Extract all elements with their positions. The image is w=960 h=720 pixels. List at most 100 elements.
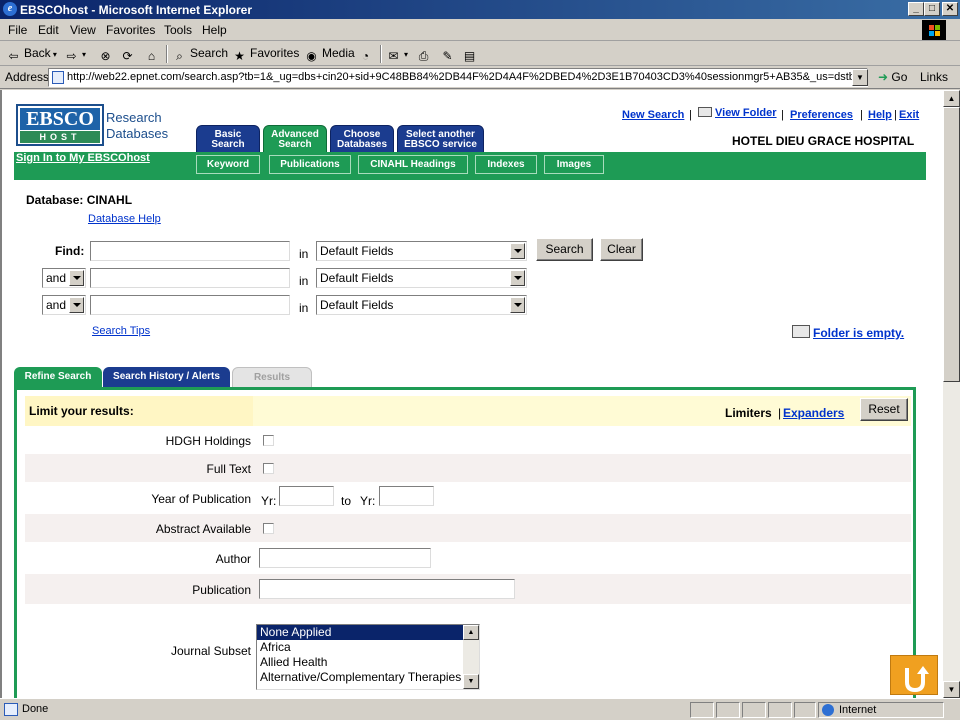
yr-label: Yr: [261, 494, 277, 508]
favorites-button[interactable]: ★ Favorites [232, 46, 299, 64]
operator-select-2[interactable]: and [42, 268, 86, 288]
chevron-down-icon [510, 270, 525, 286]
list-item[interactable]: None Applied [257, 625, 479, 640]
help-link[interactable]: Help [868, 109, 892, 121]
edit-button[interactable]: ✎ [440, 46, 458, 64]
row-full-text: Full Text [25, 454, 911, 482]
home-button[interactable]: ⌂ [144, 46, 162, 64]
discuss-button[interactable]: ▤ [462, 46, 480, 64]
list-item[interactable]: Alternative/Complementary Therapies [257, 670, 479, 685]
field-select-2[interactable]: Default Fields [316, 268, 527, 288]
links-button[interactable]: Links [920, 70, 948, 84]
list-item[interactable]: Africa [257, 640, 479, 655]
sign-in-link[interactable]: Sign In to My EBSCOhost [16, 152, 150, 164]
field-select-value: Default Fields [320, 271, 394, 285]
list-scrollbar[interactable]: ▲ ▼ [463, 625, 479, 689]
subtab-cinahl-headings[interactable]: CINAHL Headings [358, 155, 468, 174]
go-button[interactable]: ➜ Go [878, 70, 907, 84]
tab-label-line2: Databases [336, 139, 388, 150]
field-select-3[interactable]: Default Fields [316, 295, 527, 315]
subtab-publications[interactable]: Publications [269, 155, 351, 174]
media-button[interactable]: ◉ Media [304, 46, 354, 64]
tab-select-service[interactable]: Select another EBSCO service [397, 125, 484, 153]
database-help-link[interactable]: Database Help [88, 213, 161, 225]
maximize-button[interactable]: □ [924, 2, 940, 16]
reset-button[interactable]: Reset [860, 398, 908, 421]
stop-button[interactable]: ⊗ [98, 46, 116, 64]
address-input[interactable]: http://web22.epnet.com/search.asp?tb=1&_… [48, 68, 868, 87]
refresh-button[interactable]: ⟳ [120, 46, 138, 64]
logo-bottom: HOST [20, 131, 100, 143]
forward-button[interactable]: ⇨ ▾ [64, 46, 86, 64]
back-to-top-button[interactable] [890, 655, 938, 695]
menu-tools[interactable]: Tools [164, 23, 192, 37]
scroll-down-icon[interactable]: ▼ [463, 674, 479, 689]
abstract-checkbox[interactable] [263, 523, 274, 534]
folder-status[interactable]: Folder is empty. [792, 325, 904, 340]
page-scrollbar[interactable]: ▲ ▼ [943, 90, 960, 698]
search-submit-button[interactable]: Search [536, 238, 593, 261]
search-tips-link[interactable]: Search Tips [92, 325, 150, 337]
year-to-input[interactable] [379, 486, 434, 506]
tab-choose-databases[interactable]: Choose Databases [330, 125, 394, 153]
find-input-1[interactable] [90, 241, 290, 261]
menu-file[interactable]: File [8, 23, 27, 37]
tab-results[interactable]: Results [232, 367, 312, 388]
page-viewport: EBSCO HOST Research Databases Basic Searc… [0, 90, 943, 698]
full-text-checkbox[interactable] [263, 463, 274, 474]
tab-basic-search[interactable]: Basic Search [196, 125, 260, 153]
operator-select-3[interactable]: and [42, 295, 86, 315]
limit-title: Limit your results: [29, 404, 134, 418]
search-button[interactable]: ⌕ Search [172, 46, 228, 64]
ebsco-logo[interactable]: EBSCO HOST [16, 104, 104, 146]
exit-link[interactable]: Exit [899, 109, 919, 121]
tab-refine-search[interactable]: Refine Search [14, 367, 102, 388]
chevron-down-icon [69, 270, 84, 286]
view-folder-link[interactable]: View Folder [698, 107, 777, 119]
back-button[interactable]: ⇦ Back ▾ [6, 46, 56, 64]
find-input-2[interactable] [90, 268, 290, 288]
menu-view[interactable]: View [70, 23, 96, 37]
print-button[interactable]: ⎙ [416, 46, 434, 64]
scroll-thumb[interactable] [943, 107, 960, 382]
mail-button[interactable]: ✉ ▾ [386, 46, 408, 64]
journal-subset-list[interactable]: None Applied Africa Allied Health Altern… [256, 624, 480, 690]
subtab-keyword[interactable]: Keyword [196, 155, 260, 174]
find-input-3[interactable] [90, 295, 290, 315]
subtab-indexes[interactable]: Indexes [475, 155, 537, 174]
close-button[interactable]: ✕ [942, 2, 958, 16]
menu-edit[interactable]: Edit [38, 23, 59, 37]
row-year: Year of Publication Yr: to Yr: [25, 482, 911, 514]
subtab-images[interactable]: Images [544, 155, 604, 174]
scroll-up-icon[interactable]: ▲ [943, 90, 960, 107]
address-dropdown-icon[interactable]: ▼ [852, 69, 868, 86]
window-titlebar: e EBSCOhost - Microsoft Internet Explore… [0, 0, 960, 19]
preferences-link[interactable]: Preferences [790, 109, 853, 121]
tab-search-history[interactable]: Search History / Alerts [103, 367, 230, 388]
minimize-button[interactable]: _ [908, 2, 924, 16]
row-hdgh-holdings: HDGH Holdings [25, 426, 911, 454]
menu-help[interactable]: Help [202, 23, 227, 37]
logo-text: Research Databases [106, 110, 168, 142]
mail-icon: ✉ [388, 49, 399, 63]
publication-input[interactable] [259, 579, 515, 599]
list-item[interactable]: Allied Health [257, 655, 479, 670]
hdgh-checkbox[interactable] [263, 435, 274, 446]
clear-button[interactable]: Clear [600, 238, 643, 261]
author-input[interactable] [259, 548, 431, 568]
discuss-icon: ▤ [463, 49, 476, 63]
history-button[interactable]: ◔ [358, 46, 376, 64]
menu-favorites[interactable]: Favorites [106, 23, 155, 37]
green-nav-bar: Sign In to My EBSCOhost Keyword Publicat… [14, 152, 926, 180]
chevron-down-icon [510, 243, 525, 259]
tab-advanced-search[interactable]: Advanced Search [263, 125, 327, 153]
new-search-link[interactable]: New Search [622, 109, 684, 121]
hdgh-label: HDGH Holdings [165, 434, 251, 448]
field-select-1[interactable]: Default Fields [316, 241, 527, 261]
scroll-up-icon[interactable]: ▲ [463, 625, 479, 640]
logo-line1: Research [106, 110, 162, 125]
tab-label-line2: Search [278, 139, 312, 150]
scroll-down-icon[interactable]: ▼ [943, 681, 960, 698]
year-from-input[interactable] [279, 486, 334, 506]
expanders-link[interactable]: Expanders [783, 406, 844, 420]
